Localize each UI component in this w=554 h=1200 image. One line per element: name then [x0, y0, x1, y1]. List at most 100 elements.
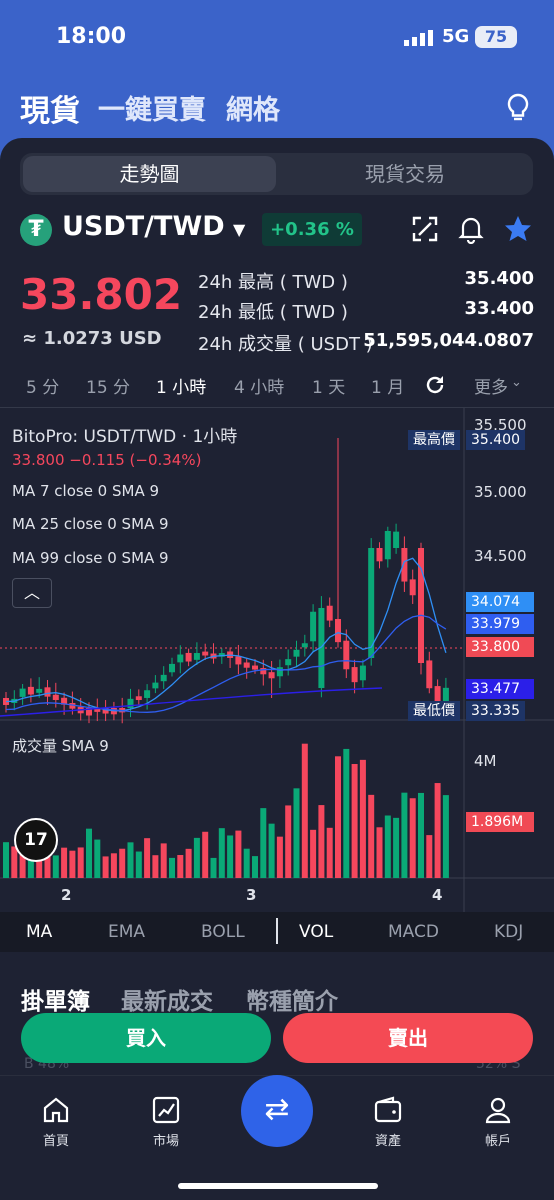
candle-body: [376, 548, 383, 562]
pair-name[interactable]: USDT/TWD: [62, 211, 225, 242]
bell-icon[interactable]: [456, 214, 486, 244]
volume-bar: [442, 795, 449, 878]
tf-1d[interactable]: 1 天: [312, 373, 345, 398]
refresh-icon[interactable]: [424, 374, 446, 396]
volume-bar: [185, 848, 192, 878]
indicator-macd[interactable]: MACD: [388, 922, 439, 942]
market-icon[interactable]: [151, 1095, 181, 1125]
ma7-tag: 34.074: [466, 592, 534, 612]
expand-icon[interactable]: [410, 214, 440, 244]
low-price-tag: 33.335: [466, 701, 525, 721]
candle-body: [335, 618, 341, 643]
more-button[interactable]: 更多: [474, 373, 508, 398]
indicator-divider: [276, 918, 278, 944]
star-icon[interactable]: [503, 214, 533, 244]
segment-chart[interactable]: 走勢圖: [23, 156, 276, 192]
tab-recent-trades[interactable]: 最新成交: [121, 982, 213, 1016]
low-value: 33.400: [464, 298, 534, 319]
candle-body: [326, 605, 333, 621]
chevron-down-icon[interactable]: ⌄: [511, 375, 522, 390]
volume-bar: [359, 759, 366, 878]
swap-icon[interactable]: ⇄: [241, 1075, 313, 1147]
ma99-tag: 33.477: [466, 679, 534, 699]
tf-15m[interactable]: 15 分: [86, 373, 130, 398]
volume-bar: [127, 842, 134, 878]
lightbulb-icon[interactable]: [504, 92, 532, 124]
volume-label: 24h 成交量 ( USDT ): [198, 334, 373, 355]
volume-bar: [235, 830, 242, 878]
volume-bar: [102, 856, 109, 878]
tf-1mo[interactable]: 1 月: [371, 373, 404, 398]
tf-5m[interactable]: 5 分: [26, 373, 59, 398]
volume-bar: [310, 829, 317, 878]
nav-assets-label[interactable]: 資產: [358, 1130, 418, 1149]
volume-bar: [343, 748, 350, 878]
account-icon[interactable]: [483, 1095, 513, 1125]
candle-body: [169, 663, 175, 673]
candle-body: [268, 672, 275, 679]
volume-bar: [218, 828, 225, 878]
nav-account-label[interactable]: 帳戶: [468, 1130, 528, 1149]
chevron-down-icon[interactable]: ▼: [233, 220, 245, 239]
volume-bar: [285, 805, 292, 878]
low-label: 24h 最低 ( TWD ): [198, 302, 348, 323]
signal-icon: [404, 30, 433, 46]
volume-bar: [276, 836, 283, 878]
collapse-legend-button[interactable]: ︿: [12, 578, 52, 608]
indicator-ma[interactable]: MA: [26, 922, 52, 942]
ohlc-readout: 33.800 −0.115 (−0.34%): [12, 451, 202, 469]
buy-button[interactable]: 買入: [21, 1013, 271, 1063]
candle-body: [310, 611, 317, 642]
indicator-kdj[interactable]: KDJ: [494, 922, 523, 942]
nav-market-label[interactable]: 市場: [136, 1130, 196, 1149]
volume-bar: [69, 850, 76, 878]
ma99-legend: MA 99 close 0 SMA 9: [12, 549, 169, 567]
nav-home-label[interactable]: 首頁: [26, 1130, 86, 1149]
volume-bar: [227, 835, 234, 878]
x-axis-label: 2: [61, 886, 72, 904]
volume-bar: [3, 842, 9, 878]
volume-bar: [86, 828, 92, 878]
home-icon[interactable]: [41, 1095, 71, 1125]
high-price-tag: 35.400: [466, 430, 525, 450]
candle-body: [285, 659, 292, 666]
change-badge: +0.36 %: [262, 213, 362, 246]
status-bar: 18:00 5G 75: [0, 0, 554, 80]
segment-spot-trade[interactable]: 現貨交易: [280, 156, 530, 192]
tradingview-logo[interactable]: 17: [14, 818, 58, 862]
battery-icon: 75: [475, 26, 517, 48]
candle-body: [152, 682, 159, 689]
volume-bar: [152, 855, 159, 878]
high-value: 35.400: [464, 268, 534, 289]
candle-body: [368, 548, 375, 658]
volume-bar: [418, 792, 424, 878]
tab-one-click-trade[interactable]: 一鍵買賣: [98, 88, 206, 127]
volume-tag: 1.896M: [466, 812, 534, 832]
volume-bar: [260, 808, 267, 878]
ma25-legend: MA 25 close 0 SMA 9: [12, 515, 169, 533]
tf-1h[interactable]: 1 小時: [156, 373, 206, 398]
volume-bar: [326, 827, 333, 878]
sell-button[interactable]: 賣出: [283, 1013, 533, 1063]
indicator-boll[interactable]: BOLL: [201, 922, 245, 942]
wallet-icon[interactable]: [373, 1095, 403, 1125]
tab-grid[interactable]: 網格: [226, 88, 280, 127]
tab-spot[interactable]: 現貨: [20, 86, 80, 130]
volume-bar: [135, 851, 142, 878]
volume-bar: [318, 805, 325, 878]
candle-body: [193, 653, 200, 660]
tab-coin-info[interactable]: 幣種簡介: [246, 982, 338, 1016]
last-price-tag: 33.800: [466, 637, 534, 657]
indicator-vol[interactable]: VOL: [299, 922, 333, 942]
tab-order-book[interactable]: 掛單簿: [21, 982, 90, 1016]
candle-body: [202, 651, 209, 656]
candle-body: [293, 649, 300, 657]
volume-bar: [210, 857, 217, 878]
candle-body: [127, 698, 134, 708]
indicator-ema[interactable]: EMA: [108, 922, 145, 942]
tf-4h[interactable]: 4 小時: [234, 373, 284, 398]
candle-body: [276, 667, 283, 677]
network-type: 5G: [442, 26, 470, 47]
status-time: 18:00: [56, 24, 127, 49]
volume-bar: [426, 835, 433, 878]
